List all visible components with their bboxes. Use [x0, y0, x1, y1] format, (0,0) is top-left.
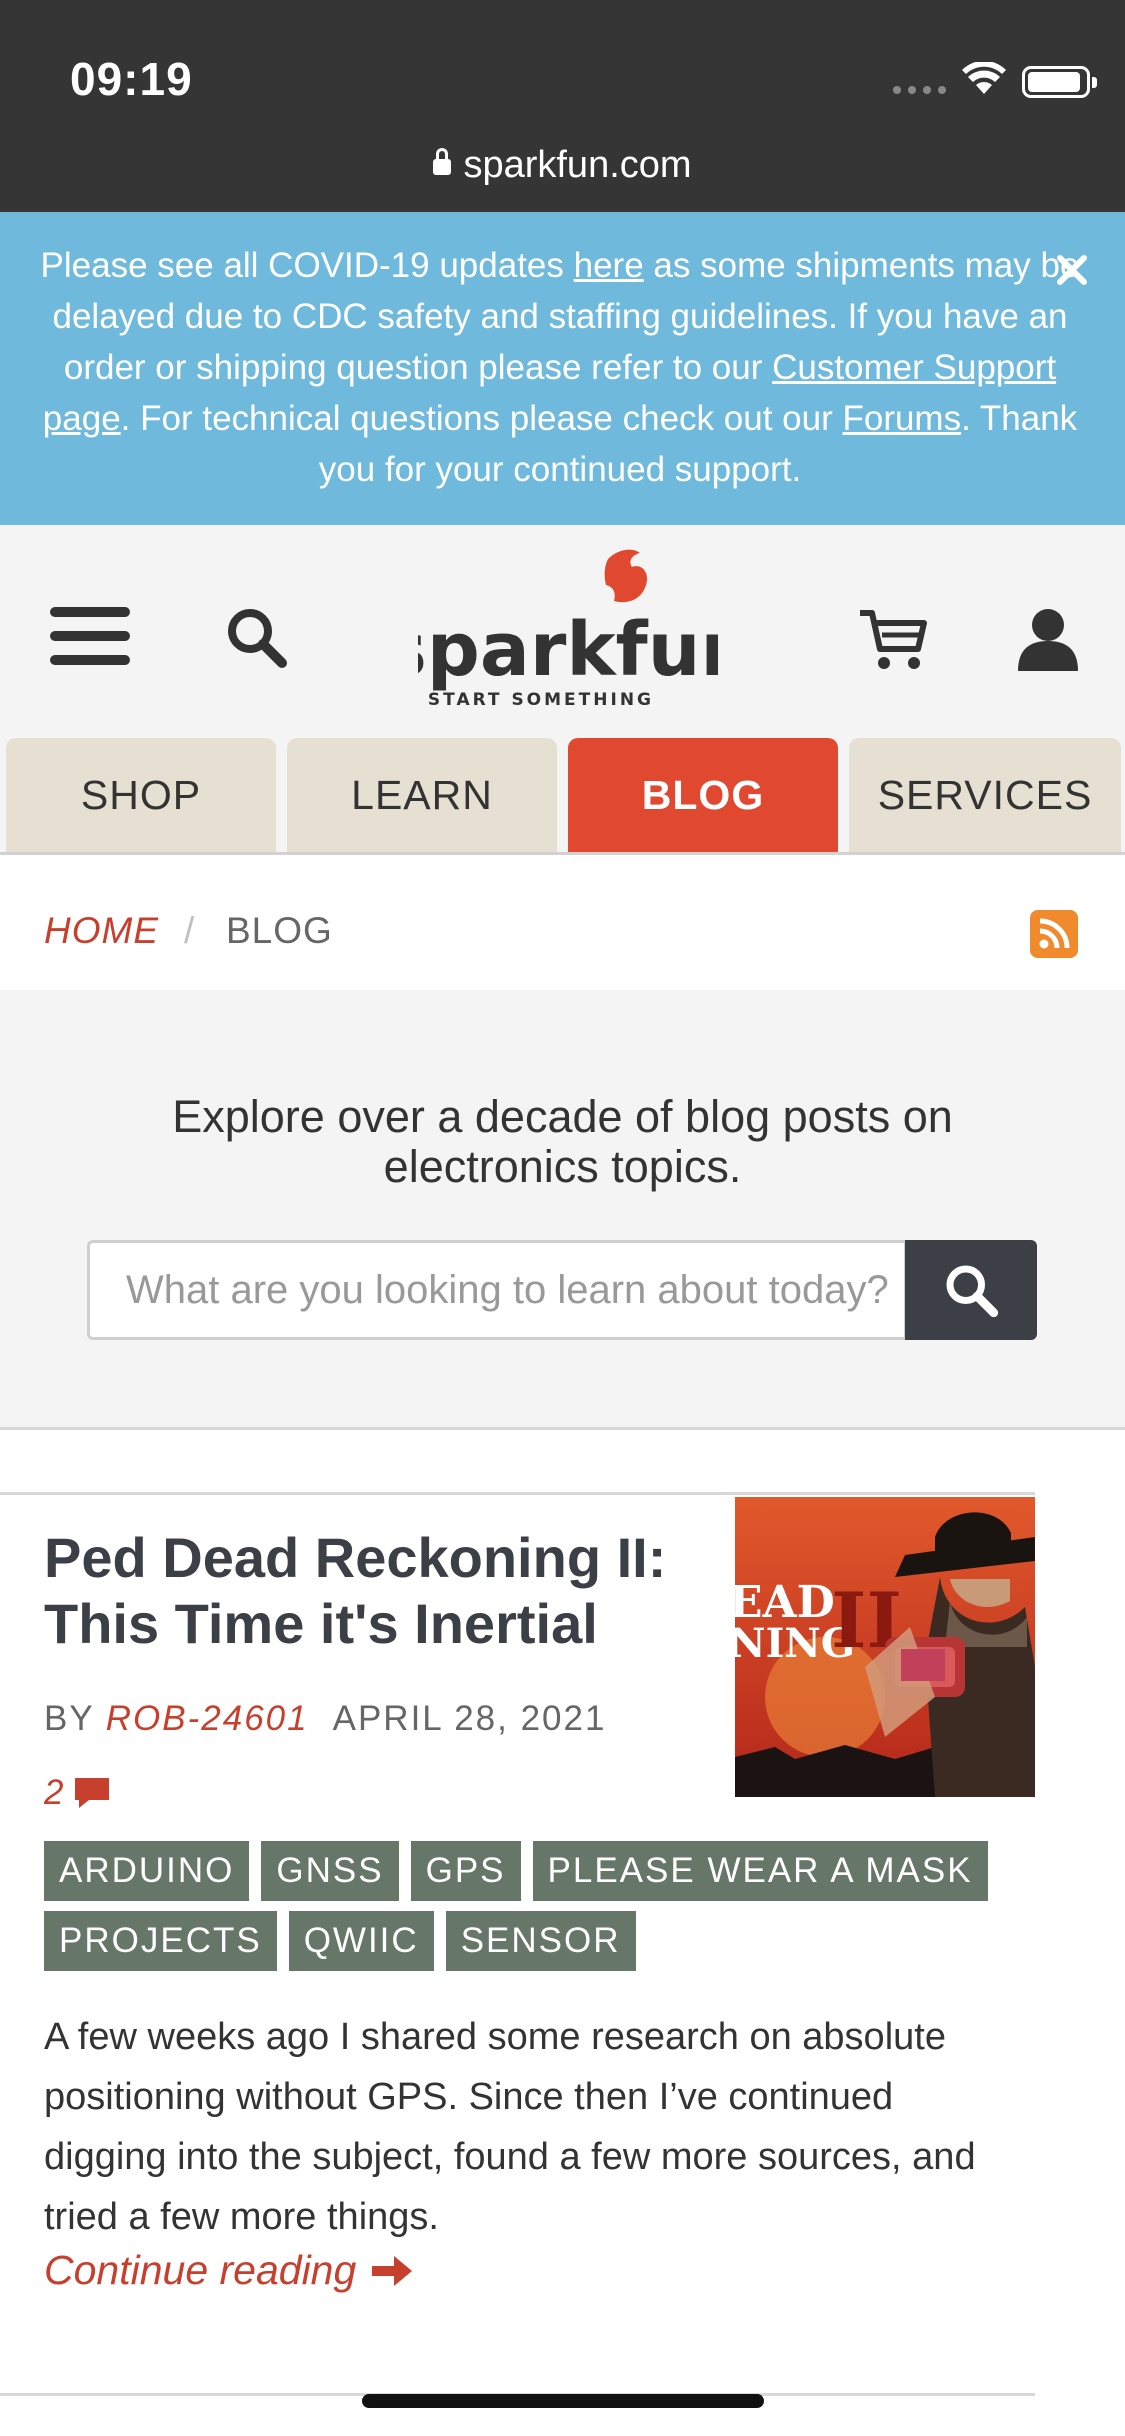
- status-time: 09:19: [70, 53, 193, 105]
- url-text: sparkfun.com: [463, 144, 692, 186]
- banner-text-1: Please see all COVID-19 updates: [40, 246, 574, 285]
- explore-heading: Explore over a decade of blog posts on e…: [172, 1091, 953, 1192]
- menu-icon[interactable]: [50, 607, 130, 667]
- account-icon[interactable]: [1016, 605, 1080, 671]
- rss-icon[interactable]: [1030, 910, 1078, 958]
- banner-link-here[interactable]: here: [574, 246, 644, 285]
- breadcrumb-current: BLOG: [226, 910, 333, 951]
- tab-shop-label: SHOP: [80, 771, 202, 818]
- covid-banner: Please see all COVID-19 updates here as …: [0, 212, 1125, 525]
- tag-arduino[interactable]: ARDUINO: [44, 1841, 250, 1901]
- main-nav-tabs: SHOP LEARN BLOG SERVICES: [0, 738, 1125, 855]
- cellular-signal-icon: [893, 86, 946, 94]
- logo-tagline: START SOMETHING: [428, 690, 654, 710]
- post-tags: ARDUINO GNSS GPS PLEASE WEAR A MASK PROJ…: [44, 1841, 1004, 1971]
- continue-reading-label: Continue reading: [44, 2247, 357, 2293]
- wifi-icon: [962, 62, 1006, 94]
- tab-learn[interactable]: LEARN: [287, 738, 557, 852]
- tag-gps[interactable]: GPS: [410, 1841, 521, 1901]
- byline-prefix: BY: [44, 1699, 106, 1738]
- blog-search-field[interactable]: [87, 1240, 907, 1340]
- tag-projects[interactable]: PROJECTS: [44, 1911, 277, 1971]
- breadcrumb-home-link[interactable]: HOME: [44, 910, 159, 952]
- tab-shop[interactable]: SHOP: [6, 738, 276, 852]
- blog-search-button[interactable]: [905, 1240, 1037, 1340]
- site-header: sparkfun START SOMETHING SHOP LEARN BLOG…: [0, 525, 1125, 855]
- battery-icon: [1022, 66, 1097, 98]
- tag-please-wear-a-mask[interactable]: PLEASE WEAR A MASK: [532, 1841, 988, 1901]
- post-thumbnail[interactable]: EAD NING II: [735, 1497, 1035, 1797]
- arrow-right-icon: [372, 2255, 413, 2286]
- post-author-link[interactable]: ROB-24601: [106, 1699, 309, 1738]
- banner-text-3: . For technical questions please check o…: [120, 399, 843, 438]
- post-date: APRIL 28, 2021: [332, 1699, 607, 1738]
- blog-search-input[interactable]: [90, 1243, 904, 1337]
- sparkfun-logo[interactable]: sparkfun START SOMETHING: [418, 543, 718, 713]
- cart-icon[interactable]: [858, 607, 928, 673]
- blog-search-section: Explore over a decade of blog posts on e…: [0, 990, 1125, 1430]
- comments-link[interactable]: 2: [44, 1773, 111, 1813]
- search-icon[interactable]: [224, 605, 288, 669]
- breadcrumb: HOME / BLOG: [0, 855, 1125, 990]
- tab-learn-label: LEARN: [351, 771, 493, 818]
- comment-icon: [75, 1778, 110, 1808]
- tab-blog[interactable]: BLOG: [568, 738, 838, 852]
- home-indicator: [362, 2394, 764, 2408]
- tab-blog-label: BLOG: [641, 771, 765, 818]
- breadcrumb-separator: /: [184, 910, 195, 951]
- post-excerpt: A few weeks ago I shared some research o…: [44, 2016, 976, 2238]
- tag-sensor[interactable]: SENSOR: [445, 1911, 636, 1971]
- logo-wordmark: sparkfun: [418, 607, 718, 693]
- browser-status-bar: 09:19 sparkfun.com: [0, 0, 1125, 212]
- tag-qwiic[interactable]: QWIIC: [288, 1911, 434, 1971]
- post-byline: BY ROB-24601 APRIL 28, 2021: [44, 1699, 606, 1739]
- close-icon[interactable]: [1052, 250, 1092, 290]
- banner-message: Please see all COVID-19 updates here as …: [30, 240, 1090, 495]
- search-icon: [946, 1265, 999, 1318]
- lock-icon: [433, 148, 452, 175]
- address-bar[interactable]: sparkfun.com: [0, 144, 1125, 187]
- tag-gnss[interactable]: GNSS: [261, 1841, 399, 1901]
- continue-reading-link[interactable]: Continue reading: [44, 2247, 414, 2294]
- post-title[interactable]: Ped Dead Reckoning II: This Time it's In…: [44, 1525, 724, 1657]
- tab-services[interactable]: SERVICES: [849, 738, 1121, 852]
- blog-post-card: Ped Dead Reckoning II: This Time it's In…: [0, 1492, 1035, 2396]
- comment-count: 2: [44, 1773, 64, 1812]
- banner-link-forums[interactable]: Forums: [842, 399, 961, 438]
- tab-services-label: SERVICES: [877, 771, 1093, 818]
